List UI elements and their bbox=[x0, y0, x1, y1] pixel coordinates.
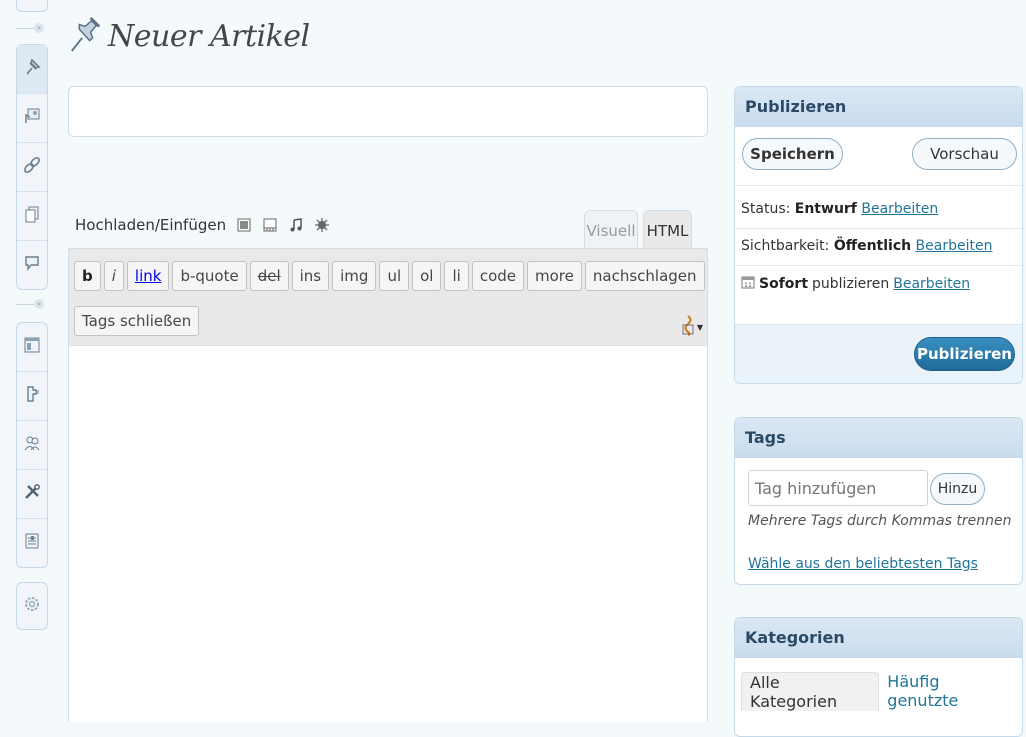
add-image-icon[interactable] bbox=[236, 217, 252, 233]
tags-hint: Mehrere Tags durch Kommas trennen bbox=[748, 513, 1012, 529]
quicktag-img-button[interactable]: img bbox=[332, 261, 377, 291]
quicktag-ol-button[interactable]: ol bbox=[412, 261, 442, 291]
add-video-icon[interactable] bbox=[262, 217, 278, 233]
plugins-icon bbox=[22, 384, 42, 408]
spellcheck-dropdown[interactable]: ▼ bbox=[681, 314, 703, 340]
menu-item-appearance[interactable] bbox=[17, 323, 47, 372]
edit-schedule-link[interactable]: Bearbeiten bbox=[893, 276, 970, 292]
quicktag-more-button[interactable]: more bbox=[527, 261, 582, 291]
upload-insert-label: Hochladen/Einfügen bbox=[75, 216, 227, 234]
publish-button[interactable]: Publizieren bbox=[914, 337, 1015, 371]
settings-icon bbox=[22, 531, 42, 555]
status-row: Status: Entwurf Bearbeiten bbox=[741, 201, 939, 217]
quicktag-del-button[interactable]: del bbox=[249, 261, 289, 291]
menu-item-links[interactable] bbox=[17, 143, 47, 192]
publish-actions: Publizieren bbox=[735, 324, 1022, 383]
menu-item-plugins[interactable] bbox=[17, 372, 47, 421]
menu-item-pages[interactable] bbox=[17, 192, 47, 241]
quicktag-ins-button[interactable]: ins bbox=[291, 261, 330, 291]
categories-box-title: Kategorien bbox=[735, 618, 1022, 658]
edit-status-link[interactable]: Bearbeiten bbox=[861, 201, 938, 217]
quicktag-li-button[interactable]: li bbox=[444, 261, 469, 291]
menu-group-collapse bbox=[16, 582, 48, 630]
categories-tabs: Alle Kategorien Häufig genutzte bbox=[741, 672, 1022, 711]
posts-icon bbox=[22, 57, 42, 81]
tags-box-title: Tags bbox=[735, 418, 1022, 458]
edit-visibility-link[interactable]: Bearbeiten bbox=[916, 238, 993, 254]
menu-item-tools[interactable] bbox=[17, 470, 47, 519]
add-tag-button[interactable]: Hinzu bbox=[930, 473, 985, 505]
menu-group-content bbox=[16, 44, 48, 290]
comments-icon bbox=[22, 253, 42, 277]
page-header: Neuer Artikel bbox=[68, 10, 310, 62]
menu-item-users[interactable] bbox=[17, 421, 47, 470]
menu-item-posts[interactable] bbox=[17, 45, 47, 94]
tags-box: Tags Hinzu Mehrere Tags durch Kommas tre… bbox=[734, 417, 1023, 585]
publish-box-title: Publizieren bbox=[735, 87, 1022, 127]
page-title: Neuer Artikel bbox=[108, 18, 310, 54]
media-icon bbox=[22, 106, 42, 130]
tab-html[interactable]: HTML bbox=[643, 210, 692, 250]
media-buttons: Hochladen/Einfügen bbox=[75, 216, 330, 234]
quicktag-blockquote-button[interactable]: b-quote bbox=[172, 261, 247, 291]
menu-group-top-stub bbox=[16, 0, 48, 12]
quicktags-toolbar: b i link b-quote del ins img ul ol li co… bbox=[69, 249, 707, 346]
pages-icon bbox=[22, 204, 42, 228]
post-title-input[interactable] bbox=[68, 86, 708, 137]
quicktag-link-button[interactable]: link bbox=[126, 261, 170, 291]
schedule-row: 11 Sofort publizieren Bearbeiten bbox=[741, 275, 970, 293]
menu-separator-2[interactable]: » bbox=[16, 299, 46, 309]
categories-box: Kategorien Alle Kategorien Häufig genutz… bbox=[734, 617, 1023, 737]
spellcheck-icon bbox=[681, 314, 695, 340]
quicktag-ul-button[interactable]: ul bbox=[379, 261, 410, 291]
tab-popular-categories[interactable]: Häufig genutzte bbox=[879, 672, 1022, 710]
visibility-row: Sichtbarkeit: Öffentlich Bearbeiten bbox=[741, 238, 993, 254]
quicktag-italic-button[interactable]: i bbox=[103, 261, 124, 291]
menu-item-media[interactable] bbox=[17, 94, 47, 143]
quicktag-lookup-button[interactable]: nachschlagen bbox=[584, 261, 705, 291]
add-media-icon[interactable] bbox=[314, 217, 330, 233]
chevron-down-icon: ▼ bbox=[696, 322, 703, 332]
calendar-icon: 11 bbox=[741, 275, 755, 293]
add-audio-icon[interactable] bbox=[288, 217, 304, 233]
links-icon bbox=[22, 155, 42, 179]
publish-box: Publizieren Speichern Vorschau Status: E… bbox=[734, 86, 1023, 384]
menu-separator[interactable]: » bbox=[16, 23, 46, 33]
popular-tags-link[interactable]: Wähle aus den beliebtesten Tags bbox=[748, 556, 978, 572]
tab-all-categories[interactable]: Alle Kategorien bbox=[741, 672, 880, 711]
status-value: Entwurf bbox=[794, 201, 857, 217]
pushpin-icon bbox=[68, 14, 102, 58]
tab-visual[interactable]: Visuell bbox=[584, 210, 638, 250]
menu-item-comments[interactable] bbox=[17, 241, 47, 289]
tools-icon bbox=[22, 482, 42, 506]
tag-input[interactable] bbox=[748, 470, 928, 506]
quicktag-code-button[interactable]: code bbox=[471, 261, 525, 291]
quicktag-close-tags-button[interactable]: Tags schließen bbox=[74, 306, 200, 336]
gear-icon[interactable] bbox=[22, 594, 42, 618]
menu-group-admin bbox=[16, 322, 48, 568]
menu-item-settings[interactable] bbox=[17, 519, 47, 567]
users-icon bbox=[22, 433, 42, 457]
appearance-icon bbox=[22, 335, 42, 359]
save-draft-button[interactable]: Speichern bbox=[742, 138, 843, 170]
quicktag-bold-button[interactable]: b bbox=[74, 261, 101, 291]
schedule-value: Sofort bbox=[759, 276, 809, 292]
preview-button[interactable]: Vorschau bbox=[912, 138, 1017, 170]
post-editor: b i link b-quote del ins img ul ol li co… bbox=[68, 248, 708, 722]
svg-text:11: 11 bbox=[744, 282, 752, 289]
visibility-value: Öffentlich bbox=[833, 238, 912, 254]
admin-menu: » » bbox=[0, 0, 60, 722]
